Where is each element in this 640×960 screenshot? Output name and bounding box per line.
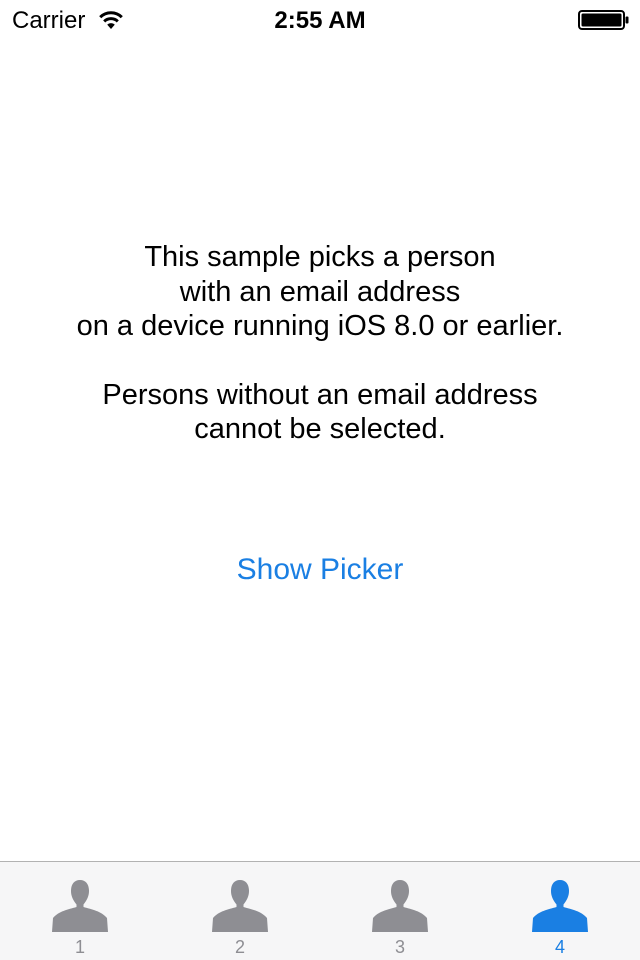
show-picker-button[interactable]: Show Picker	[200, 548, 440, 592]
tab-3[interactable]: 3	[320, 862, 480, 960]
battery-icon	[578, 10, 629, 30]
person-icon	[52, 880, 108, 932]
tab-1[interactable]: 1	[0, 862, 160, 960]
instruction-line: Persons without an email address	[102, 378, 538, 411]
tab-3-label: 3	[394, 937, 405, 957]
instruction-line: on a device running iOS 8.0 or earlier.	[76, 310, 564, 342]
tab-2-label: 2	[234, 937, 245, 957]
tab-4-label: 4	[554, 937, 565, 957]
tab-4[interactable]: 4	[480, 862, 640, 960]
tab-2[interactable]: 2	[160, 862, 320, 960]
instruction-line: This sample picks a person	[144, 241, 496, 273]
instruction-line: cannot be selected.	[194, 413, 446, 445]
tab-1-label: 1	[74, 937, 85, 957]
tab-bar: 1 2 3 4	[0, 861, 640, 960]
person-icon	[372, 880, 428, 932]
person-icon	[212, 880, 268, 932]
status-bar: Carrier 2:55 AM	[0, 0, 640, 40]
instructions-text: This sample picks a person with an email…	[0, 240, 640, 447]
instruction-line: with an email address	[179, 275, 461, 308]
person-icon	[532, 880, 588, 932]
clock: 2:55 AM	[274, 7, 366, 34]
